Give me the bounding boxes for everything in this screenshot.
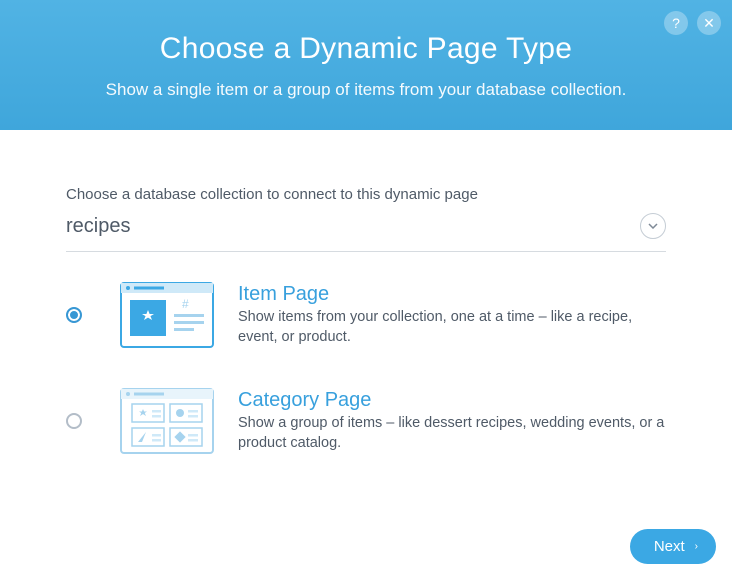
- dialog-header: ? ✕ Choose a Dynamic Page Type Show a si…: [0, 0, 732, 130]
- option-desc: Show items from your collection, one at …: [238, 308, 666, 347]
- svg-text:#: #: [182, 297, 189, 311]
- page-type-options: # Item Page Show items from your collect…: [66, 282, 666, 454]
- close-button[interactable]: ✕: [697, 11, 721, 35]
- option-category-page[interactable]: Category Page Show a group of items – li…: [66, 388, 666, 454]
- collection-label: Choose a database collection to connect …: [66, 186, 666, 203]
- radio-item-page[interactable]: [66, 307, 82, 323]
- close-icon: ✕: [703, 15, 715, 32]
- option-title: Category Page: [238, 389, 666, 412]
- help-button[interactable]: ?: [664, 11, 688, 35]
- help-icon: ?: [672, 15, 680, 31]
- collection-value: recipes: [66, 215, 130, 238]
- dialog-footer: Next ›: [630, 529, 716, 564]
- option-desc: Show a group of items – like dessert rec…: [238, 414, 666, 453]
- option-category-page-text: Category Page Show a group of items – li…: [238, 389, 666, 453]
- option-item-page-text: Item Page Show items from your collectio…: [238, 283, 666, 347]
- dialog-body: Choose a database collection to connect …: [0, 130, 732, 454]
- collection-dropdown[interactable]: recipes: [66, 203, 666, 252]
- dialog-subtitle: Show a single item or a group of items f…: [0, 80, 732, 100]
- category-page-thumbnail-icon: [120, 388, 214, 454]
- next-button[interactable]: Next ›: [630, 529, 716, 564]
- option-item-page[interactable]: # Item Page Show items from your collect…: [66, 282, 666, 348]
- header-actions: ? ✕: [664, 11, 721, 35]
- option-title: Item Page: [238, 283, 666, 306]
- next-button-label: Next: [654, 538, 685, 555]
- arrow-right-icon: ›: [695, 541, 698, 552]
- radio-category-page[interactable]: [66, 413, 82, 429]
- item-page-thumbnail-icon: #: [120, 282, 214, 348]
- chevron-down-icon: [640, 213, 666, 239]
- dialog-title: Choose a Dynamic Page Type: [0, 32, 732, 66]
